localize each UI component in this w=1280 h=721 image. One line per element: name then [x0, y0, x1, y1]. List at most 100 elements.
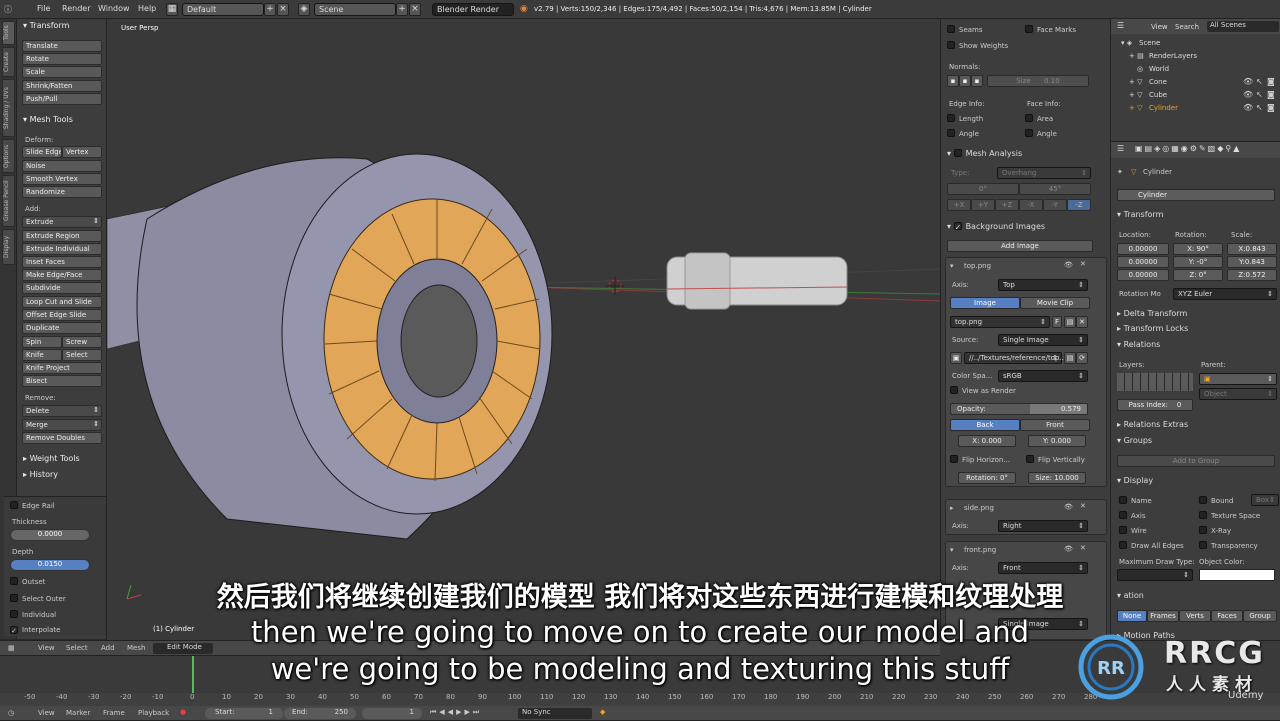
- draw-all-edges-option[interactable]: Draw All Edges: [1119, 541, 1184, 550]
- inset-faces-button[interactable]: Inset Faces: [22, 256, 102, 268]
- mesh-analysis-header[interactable]: ▾ Mesh Analysis: [947, 149, 1022, 158]
- timeline-marker-menu[interactable]: Marker: [66, 709, 90, 717]
- outliner-search-menu[interactable]: Search: [1175, 23, 1199, 31]
- start-frame-field[interactable]: Start: 1: [205, 708, 283, 719]
- timeline-frame-menu[interactable]: Frame: [103, 709, 125, 717]
- scene-close-icon[interactable]: ×: [409, 3, 421, 16]
- transparency-checkbox[interactable]: [1199, 541, 1207, 549]
- display-header[interactable]: ▾ Display: [1117, 476, 1153, 485]
- texture-space-option[interactable]: Texture Space: [1199, 511, 1260, 520]
- bg-front-expand-icon[interactable]: ▾: [950, 546, 954, 554]
- face-marks-checkbox[interactable]: [1025, 25, 1033, 33]
- parent-type-dropdown[interactable]: Object: [1199, 388, 1277, 400]
- bg-top-view-as-render-option[interactable]: View as Render: [950, 386, 1016, 395]
- pass-index-field[interactable]: Pass Index: 0: [1117, 399, 1193, 411]
- show-weights-option[interactable]: Show Weights: [947, 41, 1008, 50]
- add-image-button[interactable]: Add Image: [947, 240, 1093, 252]
- outliner-item-cone[interactable]: + ▽ Cone 👁 ↖ ◙: [1115, 76, 1277, 89]
- edge-rail-checkbox[interactable]: [10, 501, 18, 509]
- weight-tools-header[interactable]: ▸ Weight Tools: [17, 452, 107, 466]
- translate-button[interactable]: Translate: [22, 40, 102, 52]
- bg-side-axis-dropdown[interactable]: Right: [998, 520, 1088, 532]
- bg-top-browse-icon[interactable]: ▤: [1064, 352, 1076, 364]
- delete-dropdown[interactable]: Delete: [22, 405, 102, 417]
- texture-space-checkbox[interactable]: [1199, 511, 1207, 519]
- noise-button[interactable]: Noise: [22, 160, 102, 172]
- background-images-checkbox[interactable]: ✓: [953, 222, 962, 232]
- knife-button[interactable]: Knife: [22, 349, 62, 361]
- keying-icon[interactable]: ◆: [600, 708, 605, 716]
- cylinder-select-icon[interactable]: ↖: [1256, 103, 1263, 112]
- axis-pos-y-button[interactable]: +Y: [971, 199, 995, 211]
- bg-top-movie-clip-tab[interactable]: Movie Clip: [1020, 297, 1090, 309]
- bg-top-flip-h-checkbox[interactable]: [950, 455, 958, 463]
- length-checkbox[interactable]: [947, 114, 955, 122]
- bg-top-front-button[interactable]: Front: [1020, 419, 1090, 431]
- smooth-vertex-button[interactable]: Smooth Vertex: [22, 173, 102, 185]
- current-frame-field[interactable]: 1: [362, 708, 422, 719]
- range-max-field[interactable]: 45°: [1019, 183, 1091, 195]
- rotate-button[interactable]: Rotate: [22, 53, 102, 65]
- scale-z-field[interactable]: Z:0.572: [1227, 269, 1277, 281]
- outliner-display-mode[interactable]: All Scenes: [1207, 21, 1279, 32]
- bg-top-flip-v-option[interactable]: Flip Vertically: [1026, 455, 1085, 464]
- outliner-item-scene[interactable]: ▾ ◈ Scene: [1115, 37, 1277, 50]
- rotation-z-field[interactable]: Z: 0°: [1173, 269, 1223, 281]
- rotation-x-field[interactable]: X: 90°: [1173, 243, 1223, 255]
- remove-doubles-button[interactable]: Remove Doubles: [22, 432, 102, 444]
- history-header[interactable]: ▸ History: [17, 468, 107, 482]
- scale-button[interactable]: Scale: [22, 66, 102, 78]
- subdivide-button[interactable]: Subdivide: [22, 282, 102, 294]
- xray-checkbox[interactable]: [1199, 526, 1207, 534]
- knife-project-button[interactable]: Knife Project: [22, 362, 102, 374]
- transform-section-header[interactable]: ▾ Transform: [1117, 210, 1163, 219]
- timeline-view-menu[interactable]: View: [38, 709, 55, 717]
- layout-add-icon[interactable]: +: [264, 3, 276, 16]
- bg-top-reload-icon[interactable]: ⟳: [1076, 352, 1088, 364]
- tab-create[interactable]: Create: [2, 47, 15, 77]
- render-engine-selector[interactable]: Blender Render: [432, 3, 514, 16]
- bg-top-size-field[interactable]: Size: 10.000: [1028, 472, 1086, 484]
- mesh-analysis-checkbox[interactable]: [953, 149, 962, 157]
- bg-top-image-field[interactable]: top.png: [950, 316, 1050, 328]
- menu-file[interactable]: File: [37, 4, 50, 13]
- bg-side-remove-icon[interactable]: ✕: [1080, 502, 1086, 510]
- tab-shading-uvs[interactable]: Shading / UVs: [2, 79, 15, 137]
- display-axis-option[interactable]: Axis: [1119, 511, 1146, 520]
- display-wire-option[interactable]: Wire: [1119, 526, 1147, 535]
- parent-field[interactable]: ▣: [1199, 373, 1277, 385]
- rotation-y-field[interactable]: Y: -0°: [1173, 256, 1223, 268]
- screw-button[interactable]: Screw: [62, 336, 102, 348]
- transform-panel-header[interactable]: ▾ Transform: [17, 19, 107, 33]
- normal-size-field[interactable]: Size 0.10: [987, 75, 1089, 87]
- object-name-field[interactable]: Cylinder: [1117, 189, 1275, 201]
- bg-top-y-field[interactable]: Y: 0.000: [1028, 435, 1086, 447]
- menu-help[interactable]: Help: [138, 4, 156, 13]
- face-marks-option[interactable]: Face Marks: [1025, 25, 1076, 34]
- outliner-item-world[interactable]: ◎ World: [1115, 63, 1277, 76]
- edge-rail-option[interactable]: Edge Rail: [10, 501, 55, 510]
- face-angle-option[interactable]: Angle: [1025, 129, 1057, 138]
- tab-options[interactable]: Options: [2, 139, 15, 173]
- make-edge-face-button[interactable]: Make Edge/Face: [22, 269, 102, 281]
- knife-select-button[interactable]: Select: [62, 349, 102, 361]
- cone-visibility-icon[interactable]: 👁: [1243, 77, 1253, 86]
- thickness-field[interactable]: 0.0000: [10, 529, 90, 541]
- bg-top-rotation-field[interactable]: Rotation: 0°: [958, 472, 1016, 484]
- area-checkbox[interactable]: [1025, 114, 1033, 122]
- outliner-view-menu[interactable]: View: [1151, 23, 1168, 31]
- xray-option[interactable]: X-Ray: [1199, 526, 1231, 535]
- mesh-tools-panel-header[interactable]: ▾ Mesh Tools: [17, 113, 107, 127]
- bg-top-source-dropdown[interactable]: Single Image: [998, 334, 1088, 346]
- depth-field[interactable]: 0.0150: [10, 559, 90, 571]
- display-bounds-checkbox[interactable]: [1199, 496, 1207, 504]
- face-angle-checkbox[interactable]: [1025, 129, 1033, 137]
- display-bounds-option[interactable]: Bound: [1199, 496, 1233, 505]
- bounds-type-dropdown[interactable]: Box: [1251, 494, 1279, 506]
- pin-icon[interactable]: ✦: [1117, 168, 1123, 176]
- cone-select-icon[interactable]: ↖: [1256, 77, 1263, 86]
- area-option[interactable]: Area: [1025, 114, 1053, 123]
- extrude-region-button[interactable]: Extrude Region: [22, 230, 102, 242]
- edge-angle-checkbox[interactable]: [947, 129, 955, 137]
- bg-top-colorspace-dropdown[interactable]: sRGB: [998, 370, 1088, 382]
